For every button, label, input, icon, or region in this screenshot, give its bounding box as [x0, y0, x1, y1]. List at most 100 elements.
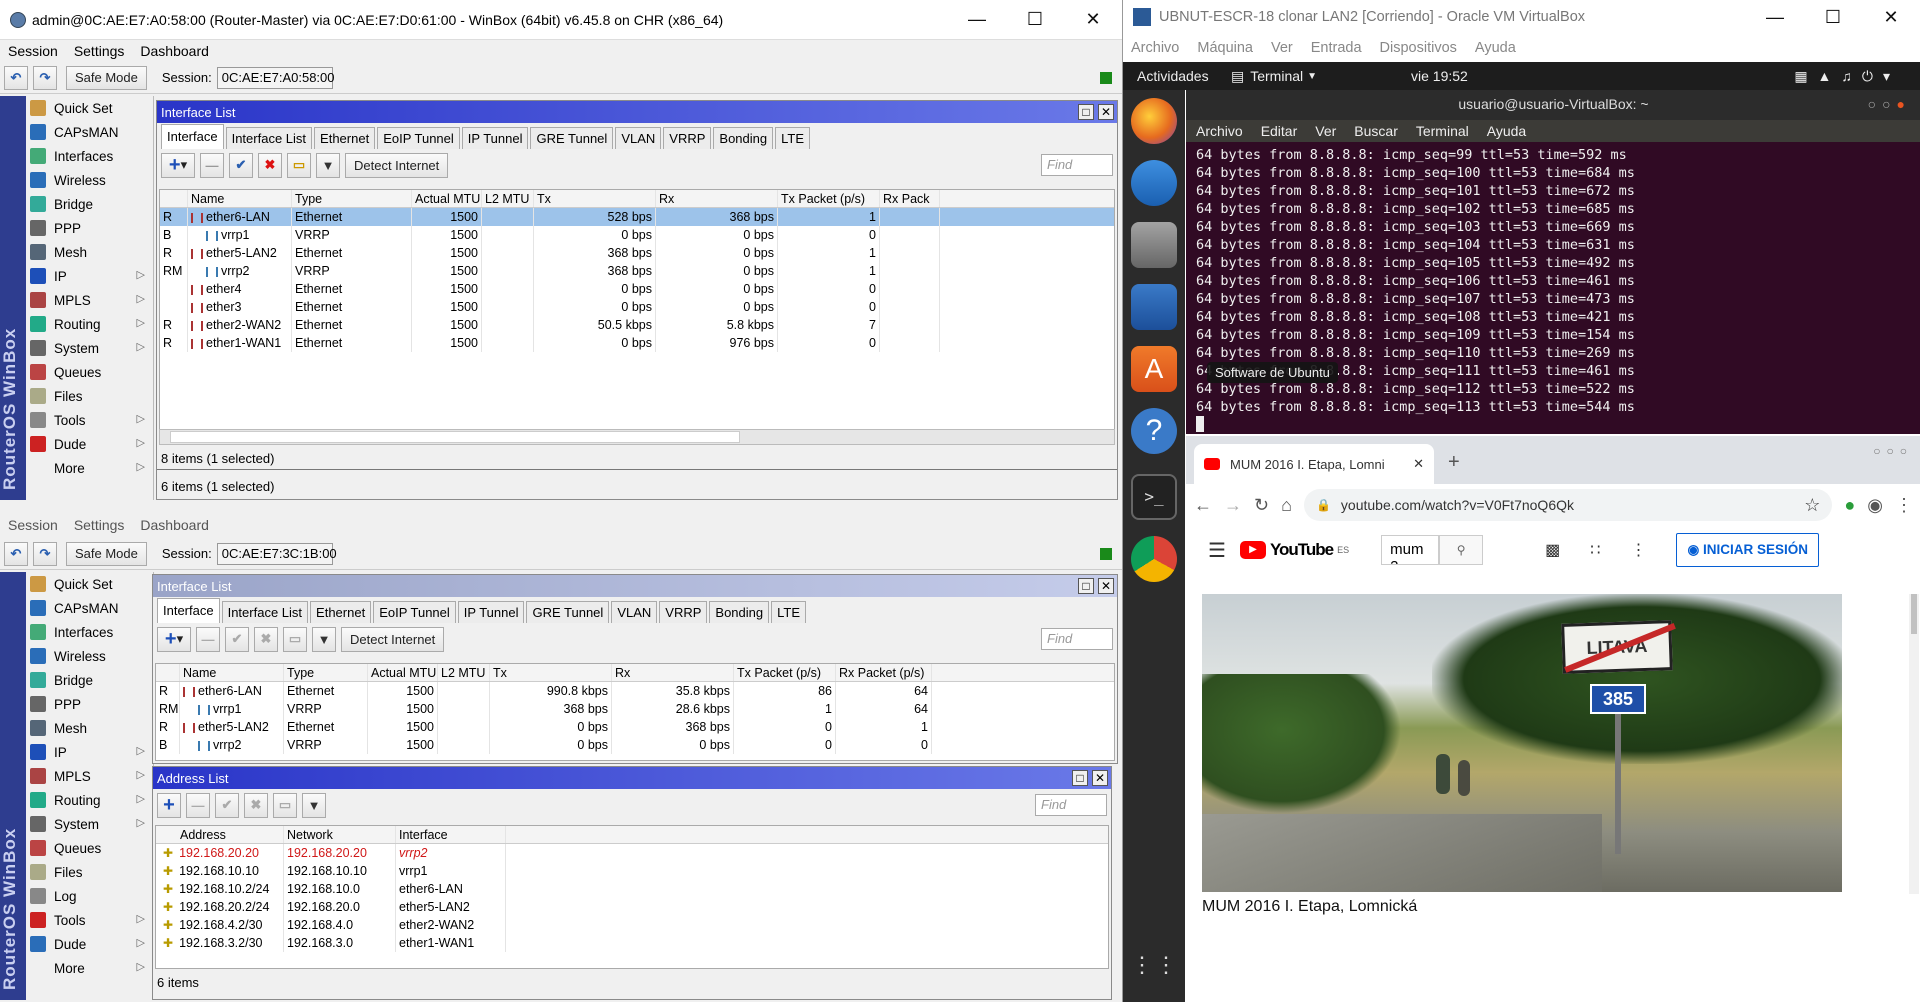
detect-internet-button-2[interactable]: Detect Internet [341, 626, 445, 652]
redo-button[interactable]: ↷ [33, 65, 57, 90]
menu-dashboard[interactable]: Dashboard [140, 43, 209, 59]
tab-ip-tunnel[interactable]: IP Tunnel [461, 127, 529, 149]
column-header[interactable]: Tx [534, 190, 656, 207]
apps-grid-icon[interactable]: ∷ [1590, 540, 1600, 560]
sidebar1-item-wireless[interactable]: Wireless [26, 168, 153, 192]
hamburger-icon[interactable]: ☰ [1208, 538, 1226, 563]
close-button[interactable]: ✕ [1064, 9, 1122, 30]
tab-eoip-tunnel[interactable]: EoIP Tunnel [373, 601, 456, 623]
column-header[interactable]: Actual MTU [368, 664, 438, 681]
chrome-icon[interactable] [1131, 536, 1177, 582]
detect-internet-button[interactable]: Detect Internet [345, 152, 449, 178]
youtube-logo-icon[interactable]: ▶ YouTube ES [1239, 540, 1349, 560]
chrome-tab[interactable]: MUM 2016 I. Etapa, Lomni ✕ [1194, 444, 1434, 484]
vbox-maximize[interactable]: ☐ [1804, 7, 1862, 28]
tab-ethernet[interactable]: Ethernet [310, 601, 372, 623]
address-row[interactable]: ✚ 192.168.20.20 192.168.20.20 vrrp2 [156, 844, 1108, 862]
signin-button[interactable]: ◉ INICIAR SESIÓN [1676, 533, 1820, 567]
tab-gre-tunnel[interactable]: GRE Tunnel [526, 601, 610, 623]
tab-interface-list[interactable]: Interface List [221, 601, 309, 623]
terminal-menu-5[interactable]: Ayuda [1487, 123, 1526, 139]
firefox-icon[interactable] [1131, 98, 1177, 144]
column-header[interactable]: Actual MTU [412, 190, 482, 207]
enable-button[interactable]: ✔ [229, 152, 253, 178]
video-player[interactable]: LITAVA 385 [1202, 594, 1842, 892]
close-tab-icon[interactable]: ✕ [1413, 456, 1424, 472]
scrollbar-thumb[interactable] [170, 431, 740, 443]
redo-button-2[interactable]: ↷ [33, 541, 57, 566]
tab-gre-tunnel[interactable]: GRE Tunnel [530, 127, 614, 149]
vbox-menu-3[interactable]: Entrada [1311, 40, 1362, 56]
comment-button-2[interactable]: ▭ [283, 626, 307, 652]
sidebar2-item-quick-set[interactable]: Quick Set [26, 572, 153, 596]
column-header[interactable]: Rx [656, 190, 778, 207]
column-header[interactable]: Rx Pack [880, 190, 940, 207]
terminal-app-menu[interactable]: Terminal [1250, 68, 1303, 84]
close-icon-3[interactable]: ✕ [1092, 770, 1108, 786]
youtube-search-input[interactable]: mum 2 [1381, 535, 1440, 565]
safe-mode-button-2[interactable]: Safe Mode [66, 541, 147, 566]
menu-session[interactable]: Session [8, 43, 58, 59]
table-row[interactable]: RM vrrp1 VRRP 1500 368 bps 28.6 kbps 1 64 [156, 700, 1114, 718]
add-address-button[interactable]: + [157, 792, 181, 818]
sidebar2-item-ppp[interactable]: PPP [26, 692, 153, 716]
thunderbird-icon[interactable] [1131, 160, 1177, 206]
terminal-icon[interactable]: >_ [1131, 474, 1177, 520]
vbox-minimize[interactable]: — [1746, 7, 1804, 28]
sidebar1-item-dude[interactable]: Dude ▷ [26, 432, 153, 456]
find-input[interactable]: Find [1041, 154, 1113, 176]
sidebar1-item-ip[interactable]: IP ▷ [26, 264, 153, 288]
safe-mode-button[interactable]: Safe Mode [66, 65, 147, 90]
column-header[interactable]: Interface [396, 826, 506, 843]
tab-ethernet[interactable]: Ethernet [314, 127, 376, 149]
column-header[interactable]: Tx Packet (p/s) [778, 190, 880, 207]
enable-button-2[interactable]: ✔ [225, 626, 249, 652]
create-video-icon[interactable]: ▩ [1545, 540, 1560, 560]
sidebar1-item-tools[interactable]: Tools ▷ [26, 408, 153, 432]
clock[interactable]: vie 19:52 [1411, 68, 1468, 84]
software-icon[interactable]: A [1131, 346, 1177, 392]
terminal-menu-1[interactable]: Editar [1261, 123, 1298, 139]
address-bar[interactable]: 🔒 youtube.com/watch?v=V0Ft7noQ6Qk ☆ [1303, 489, 1833, 521]
add-button-2[interactable]: + ▾ [157, 626, 191, 652]
disable-address-button[interactable]: ✖ [244, 792, 268, 818]
terminal-menu-3[interactable]: Buscar [1354, 123, 1398, 139]
sidebar2-item-tools[interactable]: Tools ▷ [26, 908, 153, 932]
column-header[interactable]: Tx [490, 664, 612, 681]
sidebar2-item-files[interactable]: Files [26, 860, 153, 884]
column-header[interactable] [160, 190, 188, 207]
column-header[interactable]: Type [284, 664, 368, 681]
vbox-menu-0[interactable]: Archivo [1131, 40, 1179, 56]
disable-button[interactable]: ✖ [258, 152, 282, 178]
sidebar1-item-ppp[interactable]: PPP [26, 216, 153, 240]
table-row[interactable]: ether3 Ethernet 1500 0 bps 0 bps 0 [160, 298, 1114, 316]
column-header[interactable]: Type [292, 190, 412, 207]
sidebar1-item-interfaces[interactable]: Interfaces [26, 144, 153, 168]
restore-icon-2[interactable]: □ [1078, 578, 1094, 594]
chrome-menu-icon[interactable]: ⋮ [1895, 495, 1913, 516]
sidebar2-item-routing[interactable]: Routing ▷ [26, 788, 153, 812]
sidebar2-item-wireless[interactable]: Wireless [26, 644, 153, 668]
undo-button[interactable]: ↶ [4, 65, 28, 90]
bookmark-star-icon[interactable]: ☆ [1804, 495, 1820, 516]
undo-button-2[interactable]: ↶ [4, 541, 28, 566]
vbox-menu-2[interactable]: Ver [1271, 40, 1293, 56]
youtube-search-button[interactable]: ⚲ [1439, 535, 1484, 565]
restore-icon[interactable]: □ [1078, 104, 1094, 120]
address-find-input[interactable]: Find [1035, 794, 1107, 816]
close-icon[interactable]: ✕ [1098, 104, 1114, 120]
help-icon[interactable]: ? [1131, 408, 1177, 454]
session-field-2[interactable]: 0C:AE:E7:3C:1B:00 [216, 542, 337, 565]
close-icon-2[interactable]: ✕ [1098, 578, 1114, 594]
column-header[interactable]: Network [284, 826, 396, 843]
terminal-menu-0[interactable]: Archivo [1196, 123, 1243, 139]
sidebar2-item-bridge[interactable]: Bridge [26, 668, 153, 692]
filter-button-2[interactable]: ▼ [312, 626, 336, 652]
menu-settings-2[interactable]: Settings [74, 517, 125, 533]
terminal-menu-2[interactable]: Ver [1315, 123, 1336, 139]
column-header[interactable]: L2 MTU [438, 664, 490, 681]
sidebar1-item-mesh[interactable]: Mesh [26, 240, 153, 264]
filter-address-button[interactable]: ▼ [302, 792, 326, 818]
enable-address-button[interactable]: ✔ [215, 792, 239, 818]
vbox-menu-1[interactable]: Máquina [1197, 40, 1253, 56]
